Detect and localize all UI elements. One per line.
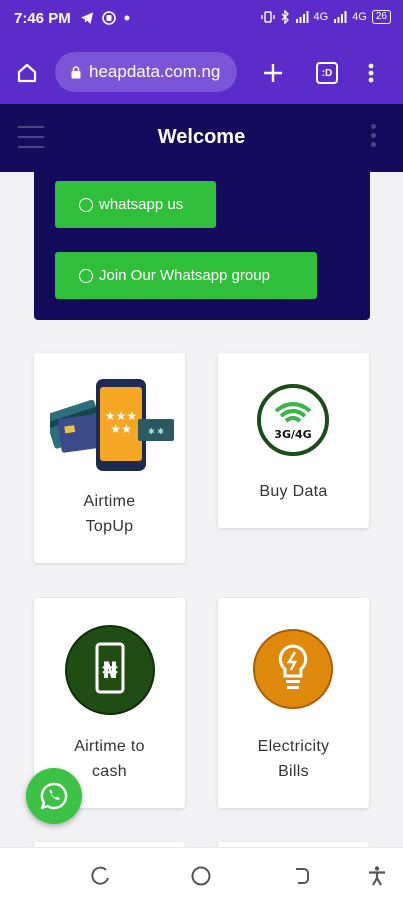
whatsapp-us-button[interactable]: whatsapp us xyxy=(55,181,216,228)
airtime-to-cash-icon: ₦ xyxy=(65,625,155,715)
airtime-to-cash-label-1: Airtime to xyxy=(74,738,145,755)
lock-icon xyxy=(71,65,81,78)
svg-text:★★: ★★ xyxy=(110,422,132,436)
network-label-1: 4G xyxy=(313,11,329,23)
url-bar[interactable]: heapdata.com.ng xyxy=(55,52,237,92)
airtime-topup-icon: ★★★ ★★ ✱ ✱ xyxy=(50,379,174,471)
bluetooth-icon xyxy=(281,10,289,24)
whatsapp-panel: whatsapp us Join Our Whatsapp group xyxy=(34,172,370,320)
url-text: heapdata.com.ng xyxy=(89,62,221,81)
signal-icon xyxy=(295,11,308,23)
status-right: 4G 4G 26 xyxy=(260,10,391,24)
buy-data-label: Buy Data xyxy=(259,483,328,500)
more-vertical-icon xyxy=(368,63,374,83)
whatsapp-icon xyxy=(79,268,93,283)
buy-data-card[interactable]: 3G/4G Buy Data xyxy=(218,353,369,528)
recent-apps-icon[interactable] xyxy=(90,865,112,887)
plus-icon xyxy=(264,64,282,82)
browser-toolbar: heapdata.com.ng :D xyxy=(0,40,403,104)
signal-icon xyxy=(334,11,347,23)
battery-indicator: 26 xyxy=(371,10,391,24)
home-nav-icon[interactable] xyxy=(190,865,212,887)
browser-menu-button[interactable] xyxy=(358,60,384,86)
electricity-bills-label-2: Bills xyxy=(278,763,309,780)
tab-count: :D xyxy=(321,67,333,79)
tab-switcher-icon: :D xyxy=(316,62,338,84)
whatsapp-icon xyxy=(79,197,93,212)
svg-text:★★★: ★★★ xyxy=(105,409,137,423)
whatsapp-fab[interactable] xyxy=(26,768,82,824)
naira-symbol: ₦ xyxy=(102,659,117,684)
status-time: 7:46 PM xyxy=(14,10,71,27)
more-dot xyxy=(371,124,376,129)
status-bar: 7:46 PM 4G 4G 26 xyxy=(0,0,403,40)
back-icon[interactable] xyxy=(290,865,312,887)
svg-text:✱ ✱: ✱ ✱ xyxy=(148,427,164,436)
whatsapp-icon xyxy=(40,782,68,810)
app-header: Welcome xyxy=(0,104,403,172)
home-button[interactable] xyxy=(14,60,40,86)
telegram-icon xyxy=(81,12,93,24)
more-dot xyxy=(371,142,376,147)
airtime-topup-label-1: Airtime xyxy=(83,493,136,510)
page-title: Welcome xyxy=(157,126,246,148)
airtime-topup-label-2: TopUp xyxy=(85,518,134,535)
data-badge-text: 3G/4G xyxy=(274,428,311,441)
electricity-bills-label-1: Electricity xyxy=(257,738,330,755)
system-nav-bar xyxy=(0,847,403,900)
buy-data-icon: 3G/4G xyxy=(257,384,329,456)
join-group-label: Join Our Whatsapp group xyxy=(99,267,270,284)
join-whatsapp-group-button[interactable]: Join Our Whatsapp group xyxy=(55,252,317,299)
notification-icon xyxy=(102,11,116,25)
dot-icon xyxy=(124,15,130,21)
airtime-topup-card[interactable]: ★★★ ★★ ✱ ✱ Airtime TopUp xyxy=(34,353,185,563)
accessibility-icon[interactable] xyxy=(366,865,388,887)
tab-switcher-button[interactable]: :D xyxy=(314,60,340,86)
new-tab-button[interactable] xyxy=(260,60,286,86)
status-notifications xyxy=(80,11,130,25)
electricity-bills-icon xyxy=(253,629,333,709)
more-dot xyxy=(371,133,376,138)
home-icon xyxy=(17,63,37,83)
vibrate-icon xyxy=(260,11,275,23)
network-label-2: 4G xyxy=(352,11,367,23)
whatsapp-us-label: whatsapp us xyxy=(99,196,184,213)
header-more-button[interactable] xyxy=(371,124,377,151)
electricity-bills-card[interactable]: Electricity Bills xyxy=(218,598,369,808)
